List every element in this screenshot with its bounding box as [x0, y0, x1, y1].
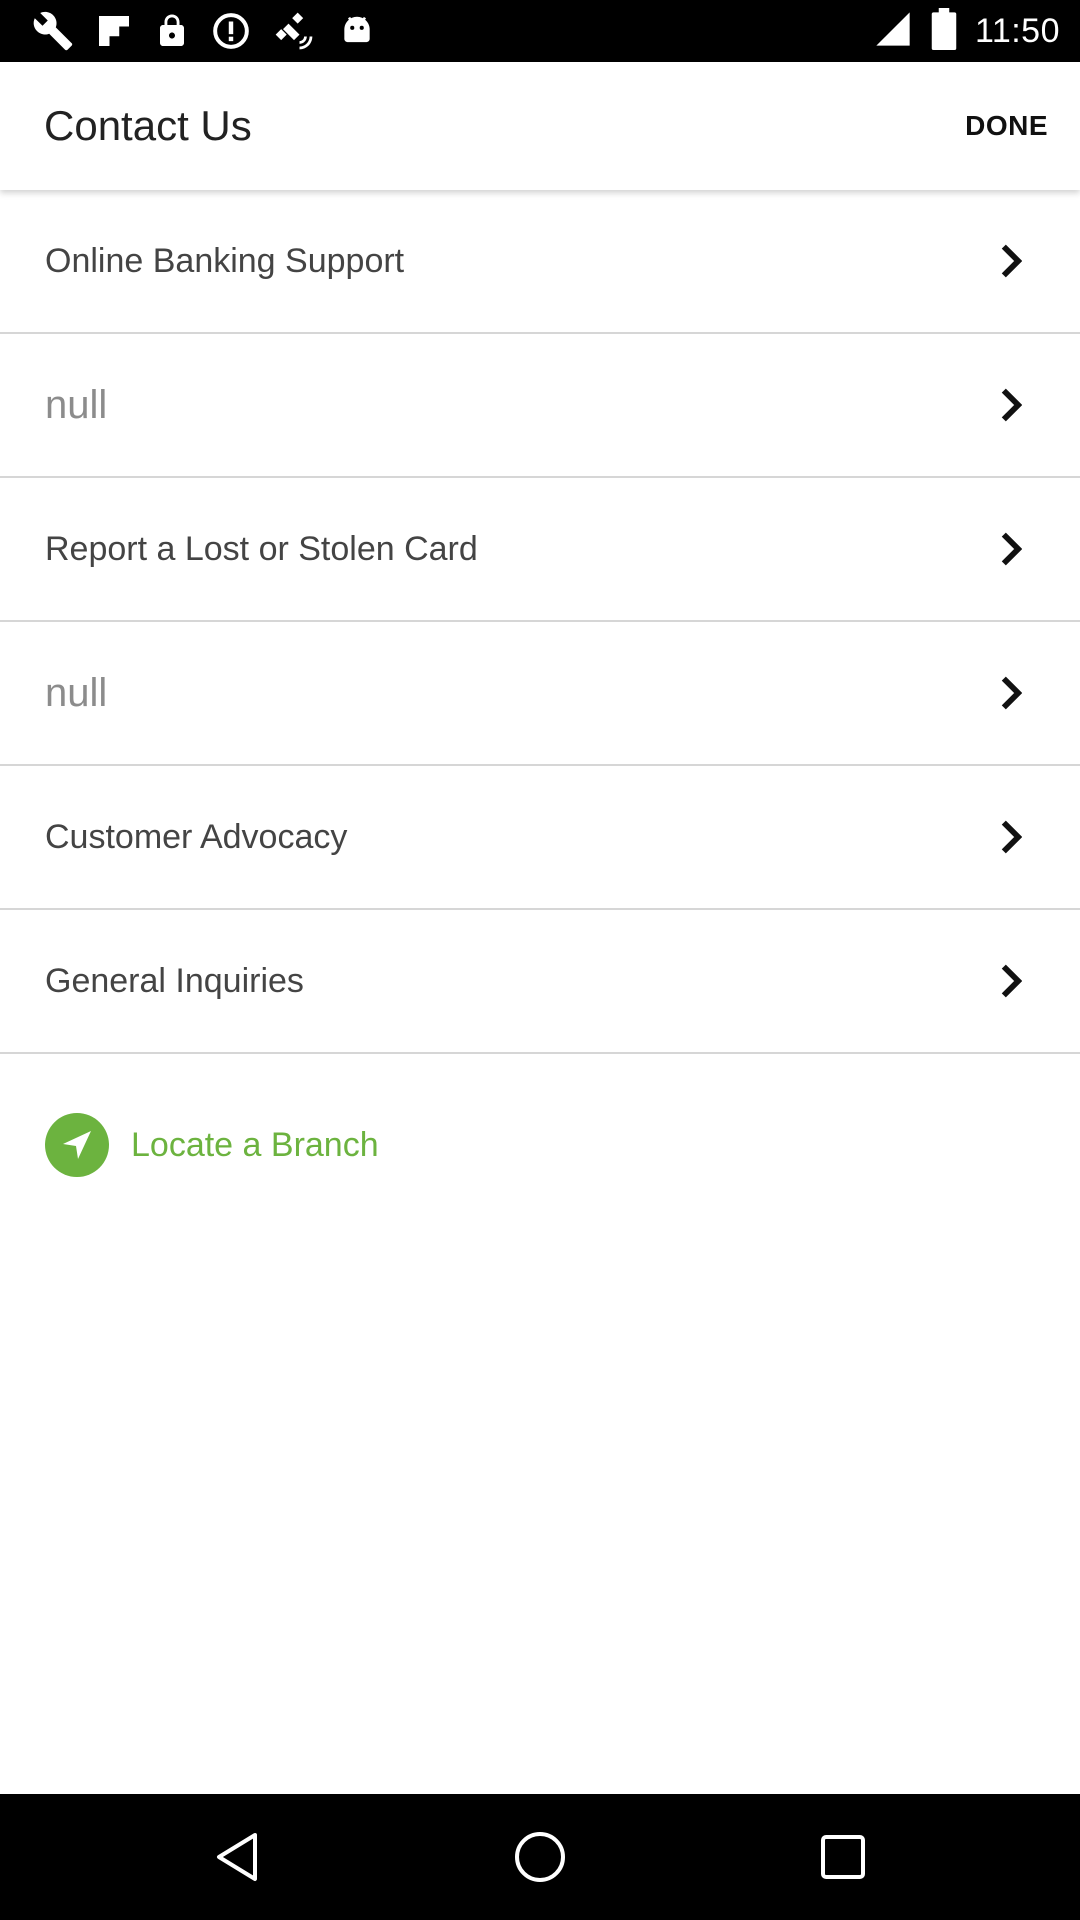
clock: 11:50 — [974, 11, 1060, 50]
page-title: Contact Us — [44, 102, 252, 149]
chevron-right-icon — [1001, 676, 1022, 710]
list-item-null-1[interactable]: null — [0, 334, 1080, 478]
alert-icon — [212, 12, 250, 50]
list-item-label: null — [45, 671, 108, 715]
status-system-icons: 11:50 — [873, 7, 1060, 55]
list-item-label: null — [45, 383, 108, 427]
status-bar: 11:50 — [0, 0, 1080, 62]
signal-icon — [873, 9, 913, 54]
list-item-report-lost-stolen-card[interactable]: Report a Lost or Stolen Card — [0, 478, 1080, 622]
home-icon[interactable] — [510, 1827, 570, 1887]
list-item-general-inquiries[interactable]: General Inquiries — [0, 910, 1080, 1054]
list-item-label: Customer Advocacy — [45, 818, 348, 856]
battery-icon — [931, 7, 957, 55]
contact-options-list: Online Banking Support null Report a Los… — [0, 190, 1080, 1054]
chevron-right-icon — [1001, 820, 1022, 854]
locate-branch-label: Locate a Branch — [131, 1126, 379, 1164]
list-item-null-2[interactable]: null — [0, 622, 1080, 766]
flipboard-icon — [96, 13, 132, 49]
android-debug-icon — [338, 12, 376, 50]
app-bar: Contact Us DONE — [0, 62, 1080, 190]
lock-icon — [154, 12, 190, 50]
wrench-icon — [32, 10, 74, 52]
back-icon[interactable] — [207, 1827, 267, 1887]
fake-gps-icon — [272, 9, 316, 53]
done-button[interactable]: DONE — [965, 62, 1048, 190]
status-notification-icons — [32, 8, 376, 54]
list-item-customer-advocacy[interactable]: Customer Advocacy — [0, 766, 1080, 910]
locate-branch-link[interactable]: Locate a Branch — [0, 1057, 1080, 1177]
list-item-online-banking-support[interactable]: Online Banking Support — [0, 190, 1080, 334]
system-navigation-bar — [0, 1794, 1080, 1920]
list-item-label: General Inquiries — [45, 962, 304, 1000]
chevron-right-icon — [1001, 532, 1022, 566]
list-item-label: Online Banking Support — [45, 242, 405, 280]
chevron-right-icon — [1001, 388, 1022, 422]
chevron-right-icon — [1001, 244, 1022, 278]
list-item-label: Report a Lost or Stolen Card — [45, 530, 478, 568]
chevron-right-icon — [1001, 964, 1022, 998]
navigation-arrow-icon — [45, 1113, 109, 1177]
recents-icon[interactable] — [813, 1827, 873, 1887]
